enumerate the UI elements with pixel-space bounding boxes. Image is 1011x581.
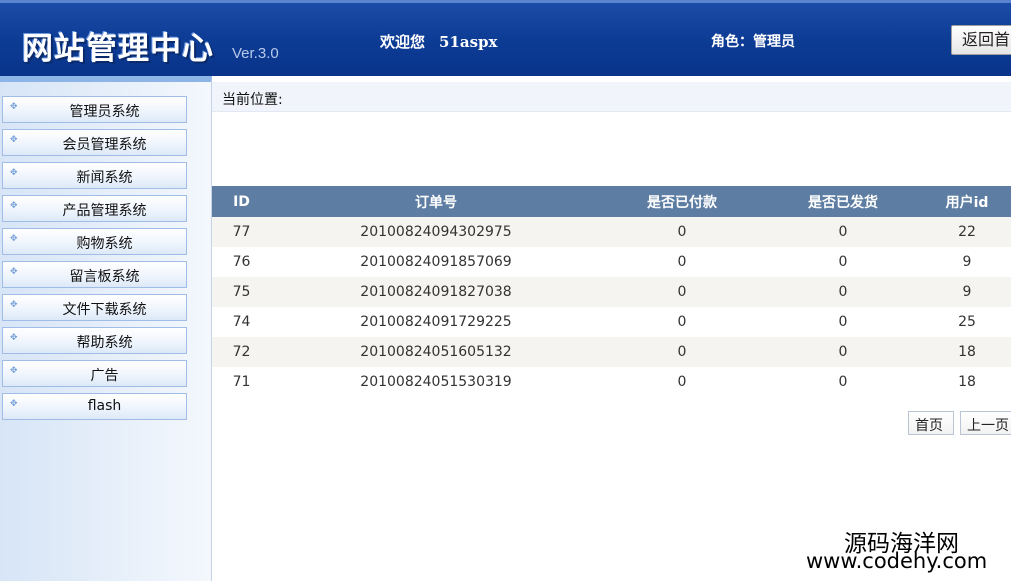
cell-user-id: 9 xyxy=(923,247,1011,277)
bullet-icon: ✥ xyxy=(10,267,18,277)
sidebar-item-admin[interactable]: ✥ 管理员系统 xyxy=(2,96,187,123)
sidebar-item-members[interactable]: ✥ 会员管理系统 xyxy=(2,129,187,156)
column-header-shipped[interactable]: 是否已发货 xyxy=(763,186,923,217)
sidebar-item-label: 文件下载系统 xyxy=(62,302,147,318)
sidebar-menu: ✥ 管理员系统 ✥ 会员管理系统 ✥ 新闻系统 ✥ 产品管理系统 ✥ 购物系统 ✥ 留言板系… xyxy=(0,76,212,581)
bullet-icon: ✥ xyxy=(10,201,18,211)
table-row[interactable]: 74 20100824091729225 0 0 25 xyxy=(212,307,1011,337)
table-row[interactable]: 71 20100824051530319 0 0 18 xyxy=(212,367,1011,397)
bullet-icon: ✥ xyxy=(10,135,18,145)
column-header-order-number[interactable]: 订单号 xyxy=(271,186,601,217)
cell-paid: 0 xyxy=(601,217,763,247)
cell-user-id: 25 xyxy=(923,307,1011,337)
site-logo-title: 网站管理中心 xyxy=(22,31,214,67)
sidebar-item-label: 购物系统 xyxy=(76,236,133,252)
bullet-icon: ✥ xyxy=(10,168,18,178)
cell-shipped: 0 xyxy=(763,337,923,367)
bullet-icon: ✥ xyxy=(10,333,18,343)
watermark-url: www.codehy.com xyxy=(806,549,988,573)
cell-order-number: 20100824094302975 xyxy=(271,217,601,247)
sidebar-item-shopping[interactable]: ✥ 购物系统 xyxy=(2,228,187,255)
sidebar-item-news[interactable]: ✥ 新闻系统 xyxy=(2,162,187,189)
table-row[interactable]: 72 20100824051605132 0 0 18 xyxy=(212,337,1011,367)
cell-id: 71 xyxy=(212,367,271,397)
orders-table: ID 订单号 是否已付款 是否已发货 用户id 77 2010082409430… xyxy=(212,186,1011,397)
cell-user-id: 22 xyxy=(923,217,1011,247)
bullet-icon: ✥ xyxy=(10,102,18,112)
cell-shipped: 0 xyxy=(763,367,923,397)
sidebar-item-flash[interactable]: ✥ flash xyxy=(2,393,187,420)
column-header-id[interactable]: ID xyxy=(212,186,271,217)
cell-paid: 0 xyxy=(601,367,763,397)
cell-id: 74 xyxy=(212,307,271,337)
sidebar-item-label: 新闻系统 xyxy=(76,170,133,186)
cell-id: 72 xyxy=(212,337,271,367)
watermark: 源码海洋网 www.codehy.com xyxy=(800,524,1011,581)
table-row[interactable]: 75 20100824091827038 0 0 9 xyxy=(212,277,1011,307)
cell-id: 77 xyxy=(212,217,271,247)
sidebar-item-label: 留言板系统 xyxy=(69,269,140,285)
return-home-button[interactable]: 返回首页 xyxy=(951,25,1011,55)
column-header-user-id[interactable]: 用户id xyxy=(923,186,1011,217)
cell-shipped: 0 xyxy=(763,277,923,307)
sidebar-item-guestbook[interactable]: ✥ 留言板系统 xyxy=(2,261,187,288)
cell-id: 76 xyxy=(212,247,271,277)
bullet-icon: ✥ xyxy=(10,366,18,376)
bullet-icon: ✥ xyxy=(10,234,18,244)
pager-first-button[interactable]: 首页 xyxy=(908,411,954,435)
sidebar-item-products[interactable]: ✥ 产品管理系统 xyxy=(2,195,187,222)
cell-id: 75 xyxy=(212,277,271,307)
header-bar: 网站管理中心 Ver.3.0 欢迎您 51aspx 角色：管理员 返回首页 xyxy=(0,0,1011,76)
cell-order-number: 20100824091729225 xyxy=(271,307,601,337)
sidebar-item-help[interactable]: ✥ 帮助系统 xyxy=(2,327,187,354)
pager-prev-button[interactable]: 上一页 xyxy=(960,411,1011,435)
bullet-icon: ✥ xyxy=(10,399,18,409)
cell-paid: 0 xyxy=(601,307,763,337)
breadcrumb: 当前位置: xyxy=(212,82,1011,112)
cell-paid: 0 xyxy=(601,247,763,277)
role-label: 角色：管理员 xyxy=(711,34,795,50)
main-content: 当前位置: ID 订单号 是否已付款 是否已发货 用户id 77 2010082… xyxy=(212,76,1011,581)
sidebar-item-label: 产品管理系统 xyxy=(62,203,147,219)
sidebar-item-ads[interactable]: ✥ 广告 xyxy=(2,360,187,387)
version-label: Ver.3.0 xyxy=(232,45,279,62)
cell-order-number: 20100824051605132 xyxy=(271,337,601,367)
cell-shipped: 0 xyxy=(763,247,923,277)
cell-user-id: 18 xyxy=(923,367,1011,397)
breadcrumb-label: 当前位置: xyxy=(222,92,283,108)
cell-shipped: 0 xyxy=(763,217,923,247)
sidebar-item-label: 管理员系统 xyxy=(69,104,140,120)
cell-paid: 0 xyxy=(601,277,763,307)
table-row[interactable]: 76 20100824091857069 0 0 9 xyxy=(212,247,1011,277)
table-row[interactable]: 77 20100824094302975 0 0 22 xyxy=(212,217,1011,247)
sidebar-item-label: 会员管理系统 xyxy=(62,137,147,153)
sidebar-item-label: flash xyxy=(87,398,122,414)
table-header-row: ID 订单号 是否已付款 是否已发货 用户id xyxy=(212,186,1011,217)
cell-paid: 0 xyxy=(601,337,763,367)
welcome-label: 欢迎您 xyxy=(380,33,426,51)
bullet-icon: ✥ xyxy=(10,300,18,310)
cell-user-id: 9 xyxy=(923,277,1011,307)
cell-order-number: 20100824091827038 xyxy=(271,277,601,307)
cell-user-id: 18 xyxy=(923,337,1011,367)
username: 51aspx xyxy=(439,33,498,51)
sidebar-item-label: 广告 xyxy=(90,368,119,384)
cell-order-number: 20100824091857069 xyxy=(271,247,601,277)
sidebar-item-downloads[interactable]: ✥ 文件下载系统 xyxy=(2,294,187,321)
column-header-paid[interactable]: 是否已付款 xyxy=(601,186,763,217)
sidebar-item-label: 帮助系统 xyxy=(76,335,133,351)
cell-shipped: 0 xyxy=(763,307,923,337)
cell-order-number: 20100824051530319 xyxy=(271,367,601,397)
welcome-text: 欢迎您 51aspx xyxy=(380,31,498,52)
